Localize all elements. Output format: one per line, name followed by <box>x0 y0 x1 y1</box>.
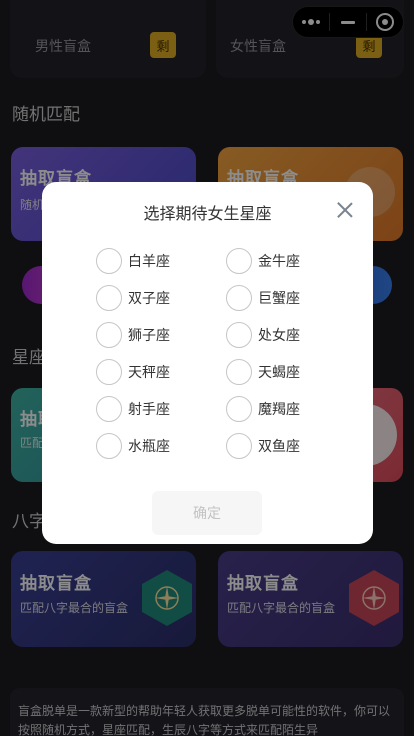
zodiac-option-virgo[interactable]: 处女座 <box>226 321 300 349</box>
zodiac-option-libra[interactable]: 天秤座 <box>96 358 170 386</box>
zodiac-option-pisces[interactable]: 双鱼座 <box>226 432 300 460</box>
zodiac-option-cancer[interactable]: 巨蟹座 <box>226 284 300 312</box>
radio-icon[interactable] <box>226 396 252 422</box>
radio-icon[interactable] <box>96 359 122 385</box>
option-label: 狮子座 <box>128 328 170 344</box>
zodiac-option-scorpio[interactable]: 天蝎座 <box>226 358 300 386</box>
radio-icon[interactable] <box>226 433 252 459</box>
radio-icon[interactable] <box>226 322 252 348</box>
zodiac-option-leo[interactable]: 狮子座 <box>96 321 170 349</box>
close-icon[interactable] <box>337 202 353 218</box>
option-label: 水瓶座 <box>128 439 170 455</box>
dialog-title: 选择期待女生星座 <box>143 204 272 223</box>
radio-icon[interactable] <box>96 433 122 459</box>
zodiac-option-gemini[interactable]: 双子座 <box>96 284 170 312</box>
option-label: 魔羯座 <box>258 402 300 418</box>
confirm-button[interactable]: 确定 <box>152 491 262 535</box>
radio-icon[interactable] <box>96 322 122 348</box>
zodiac-option-aquarius[interactable]: 水瓶座 <box>96 432 170 460</box>
zodiac-option-aries[interactable]: 白羊座 <box>96 247 170 275</box>
option-label: 双鱼座 <box>258 439 300 455</box>
option-label: 射手座 <box>128 402 170 418</box>
option-label: 金牛座 <box>258 254 300 270</box>
radio-icon[interactable] <box>226 359 252 385</box>
zodiac-option-taurus[interactable]: 金牛座 <box>226 247 300 275</box>
option-label: 处女座 <box>258 328 300 344</box>
zodiac-select-dialog: 选择期待女生星座 白羊座 金牛座 双子座 巨蟹座 狮子座 处女座 天秤座 天蝎座… <box>42 182 373 544</box>
radio-icon[interactable] <box>96 396 122 422</box>
zodiac-option-capricorn[interactable]: 魔羯座 <box>226 395 300 423</box>
option-label: 巨蟹座 <box>258 291 300 307</box>
radio-icon[interactable] <box>96 248 122 274</box>
option-label: 白羊座 <box>128 254 170 270</box>
radio-icon[interactable] <box>226 285 252 311</box>
zodiac-option-sagittarius[interactable]: 射手座 <box>96 395 170 423</box>
option-label: 天蝎座 <box>258 365 300 381</box>
radio-icon[interactable] <box>96 285 122 311</box>
radio-icon[interactable] <box>226 248 252 274</box>
option-label: 天秤座 <box>128 365 170 381</box>
option-label: 双子座 <box>128 291 170 307</box>
